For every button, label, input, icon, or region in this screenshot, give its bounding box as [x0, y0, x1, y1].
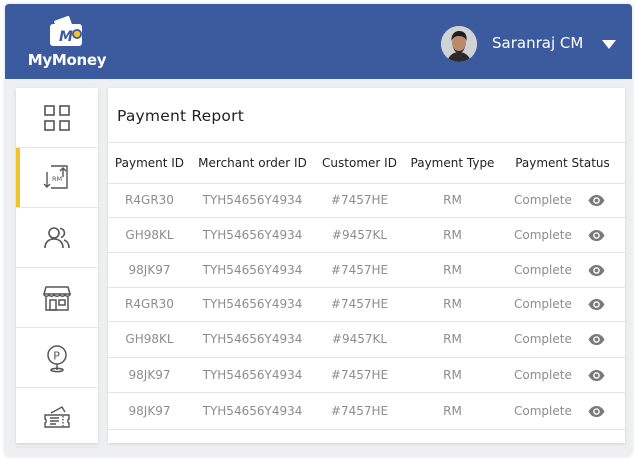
merchant-order-id-cell: TYH54656Y4934 — [191, 357, 314, 393]
customer-id-cell: #7457HE — [314, 357, 405, 393]
wallet-logo-icon: M — [50, 16, 82, 46]
payment-id-cell: 98JK97 — [108, 392, 191, 430]
payment-table: Payment ID Merchant order ID Customer ID… — [108, 143, 625, 430]
merchant-order-id-cell: TYH54656Y4934 — [191, 183, 314, 218]
payment-id-cell: GH98KL — [108, 321, 191, 358]
app-window: M MyMoney Saranraj CM RM P Payment Repor… — [5, 4, 632, 456]
column-header-payment-id: Payment ID — [108, 143, 191, 184]
payment-id-cell: GH98KL — [108, 217, 191, 253]
payment-status-cell: Complete — [500, 287, 625, 322]
column-header-payment-status: Payment Status — [500, 143, 625, 184]
status-text: Complete — [514, 367, 572, 382]
sidebar-item-payments[interactable]: RM — [16, 148, 98, 208]
status-text: Complete — [514, 193, 572, 207]
customer-id-cell: #7457HE — [314, 287, 405, 322]
status-text: Complete — [514, 297, 572, 311]
customer-id-cell: #9457KL — [314, 321, 405, 358]
merchant-order-id-cell: TYH54656Y4934 — [191, 217, 314, 253]
payment-status-cell: Complete — [500, 183, 625, 218]
payment-type-cell: RM — [405, 252, 500, 288]
user-avatar-icon — [441, 26, 477, 62]
payment-status-cell: Complete — [500, 392, 625, 430]
tickets-icon — [44, 405, 70, 428]
payment-type-cell: RM — [405, 357, 500, 393]
eye-icon[interactable] — [588, 264, 605, 276]
sidebar-item-tickets[interactable] — [16, 388, 98, 448]
users-icon — [44, 226, 70, 248]
customer-id-cell: #7457HE — [314, 392, 405, 430]
eye-icon[interactable] — [588, 299, 605, 310]
eye-icon[interactable] — [588, 334, 605, 345]
payment-status-cell: Complete — [500, 217, 625, 253]
page-title: Payment Report — [117, 107, 244, 125]
payment-type-cell: RM — [405, 217, 500, 253]
status-text: Complete — [514, 262, 572, 277]
rm-exchange-icon: RM — [43, 164, 68, 189]
sidebar-item-customers[interactable] — [16, 208, 98, 268]
user-name: Saranraj CM — [492, 34, 584, 52]
eye-icon[interactable] — [588, 405, 605, 417]
status-text: Complete — [514, 227, 572, 242]
payment-status-cell: Complete — [500, 252, 625, 288]
logo[interactable]: M MyMoney — [27, 14, 107, 74]
svg-text:P: P — [53, 349, 60, 362]
table-row: 98JK97 TYH54656Y4934 #7457HE RM Complete — [108, 392, 625, 430]
merchant-order-id-cell: TYH54656Y4934 — [191, 252, 314, 288]
chevron-down-icon[interactable] — [602, 40, 616, 49]
store-icon — [43, 285, 71, 311]
payment-type-cell: RM — [405, 321, 500, 358]
app-name: MyMoney — [27, 51, 107, 69]
customer-id-cell: #7457HE — [314, 252, 405, 288]
eye-icon[interactable] — [588, 229, 605, 241]
payment-id-cell: R4GR30 — [108, 183, 191, 218]
customer-id-cell: #7457HE — [314, 183, 405, 218]
merchant-order-id-cell: TYH54656Y4934 — [191, 321, 314, 358]
merchant-order-id-cell: TYH54656Y4934 — [191, 392, 314, 430]
payment-type-cell: RM — [405, 183, 500, 218]
user-menu[interactable]: Saranraj CM — [441, 26, 621, 62]
parking-location-icon: P — [47, 344, 67, 372]
payment-id-cell: 98JK97 — [108, 357, 191, 393]
table-row: R4GR30 TYH54656Y4934 #7457HE RM Complete — [108, 287, 625, 322]
column-header-payment-type: Payment Type — [405, 143, 500, 184]
eye-icon[interactable] — [588, 195, 605, 206]
svg-text:RM: RM — [52, 175, 62, 183]
table-row: R4GR30 TYH54656Y4934 #7457HE RM Complete — [108, 183, 625, 218]
table-header-row: Payment ID Merchant order ID Customer ID… — [108, 143, 625, 184]
payment-id-cell: 98JK97 — [108, 252, 191, 288]
payment-type-cell: RM — [405, 287, 500, 322]
table-row: 98JK97 TYH54656Y4934 #7457HE RM Complete — [108, 252, 625, 288]
table-row: GH98KL TYH54656Y4934 #9457KL RM Complete — [108, 217, 625, 253]
status-text: Complete — [514, 332, 572, 346]
payment-status-cell: Complete — [500, 321, 625, 358]
top-bar: M MyMoney Saranraj CM — [5, 4, 632, 79]
payment-type-cell: RM — [405, 392, 500, 430]
sidebar-item-dashboard[interactable] — [16, 88, 98, 148]
sidebar: RM P — [16, 88, 98, 448]
grid-icon — [44, 104, 70, 131]
eye-icon[interactable] — [588, 369, 605, 381]
sidebar-item-merchants[interactable] — [16, 268, 98, 328]
table-row: 98JK97 TYH54656Y4934 #7457HE RM Complete — [108, 357, 625, 393]
svg-text:M: M — [59, 29, 73, 45]
table-row: GH98KL TYH54656Y4934 #9457KL RM Complete — [108, 321, 625, 358]
payment-status-cell: Complete — [500, 357, 625, 393]
column-header-merchant-order-id: Merchant order ID — [191, 143, 314, 184]
customer-id-cell: #9457KL — [314, 217, 405, 253]
payment-id-cell: R4GR30 — [108, 287, 191, 322]
merchant-order-id-cell: TYH54656Y4934 — [191, 287, 314, 322]
status-text: Complete — [514, 403, 572, 418]
avatar[interactable] — [441, 26, 477, 62]
column-header-customer-id: Customer ID — [314, 143, 405, 184]
sidebar-item-parking[interactable]: P — [16, 328, 98, 388]
payment-report-panel: Payment Report Payment ID Merchant order… — [108, 88, 625, 443]
